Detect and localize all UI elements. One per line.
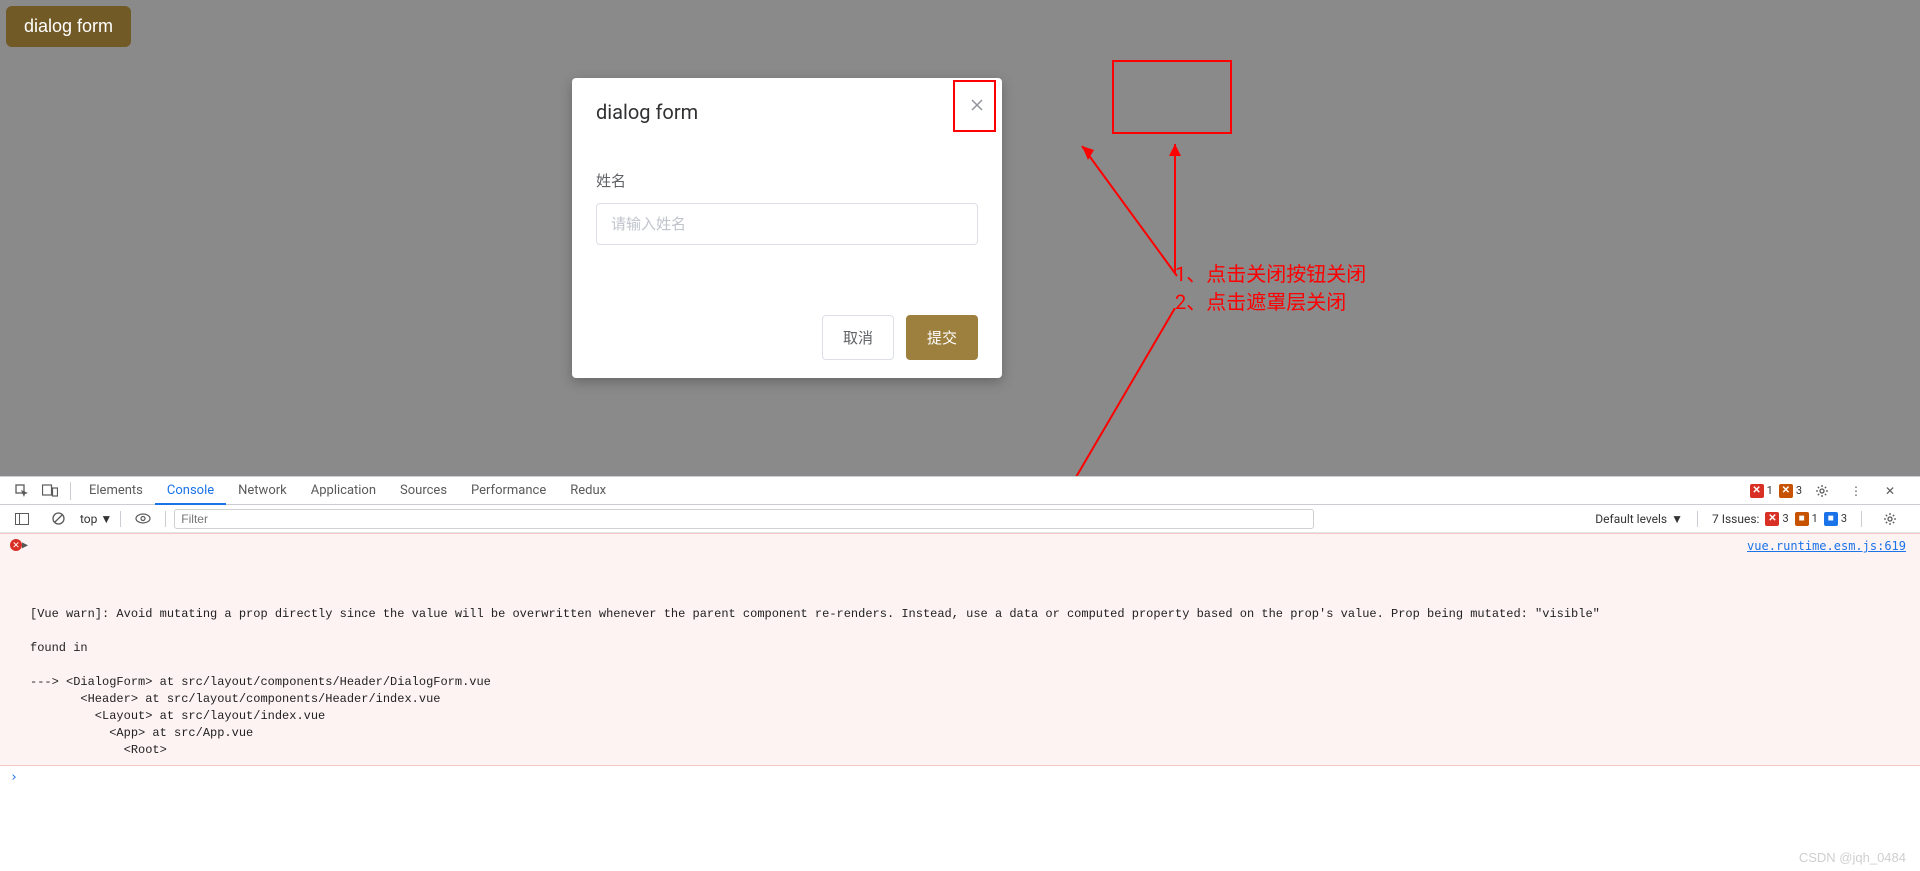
- tab-performance[interactable]: Performance: [459, 477, 558, 505]
- clear-console-icon[interactable]: [50, 511, 66, 527]
- submit-button[interactable]: 提交: [906, 315, 978, 360]
- tab-redux[interactable]: Redux: [558, 477, 618, 505]
- error-count: 1: [1767, 484, 1773, 497]
- found-in: found in: [30, 641, 88, 655]
- divider: [1861, 511, 1862, 527]
- console-filter-bar: top ▼ Default levels ▼ 7 Issues: ✕3 ■1 ■…: [0, 505, 1920, 533]
- kebab-icon[interactable]: ⋮: [1848, 483, 1864, 499]
- divider: [165, 511, 166, 527]
- annotation-overlay-rect: [1112, 60, 1232, 134]
- cancel-button[interactable]: 取消: [822, 315, 894, 360]
- devtools-tabs: Elements Console Network Application Sou…: [0, 477, 1920, 505]
- close-devtools-icon[interactable]: ✕: [1882, 483, 1898, 499]
- dialog: dialog form 姓名 取消 提交: [572, 78, 1002, 378]
- dialog-footer: 取消 提交: [596, 315, 978, 360]
- dialog-form-trigger-button[interactable]: dialog form: [6, 6, 131, 47]
- warn-count-badge[interactable]: ✕3: [1779, 484, 1802, 498]
- expand-icon[interactable]: ▶: [22, 538, 28, 555]
- close-icon[interactable]: [968, 96, 986, 114]
- app-overlay[interactable]: dialog form dialog form 姓名 取消 提交 1、点击关闭按…: [0, 0, 1920, 476]
- inspect-icon[interactable]: [14, 483, 30, 499]
- watermark: CSDN @jqh_0484: [1799, 850, 1906, 865]
- devtools-panel: Elements Console Network Application Sou…: [0, 476, 1920, 871]
- console-error-entry[interactable]: ✕ ▶ vue.runtime.esm.js:619 [Vue warn]: A…: [0, 533, 1920, 766]
- console-sidebar-toggle-icon[interactable]: [14, 511, 30, 527]
- filter-input[interactable]: [174, 509, 1314, 529]
- source-link[interactable]: vue.runtime.esm.js:619: [1747, 538, 1906, 555]
- settings-icon[interactable]: [1814, 483, 1830, 499]
- warn-count: 3: [1796, 484, 1802, 497]
- annotation-line-1: 1、点击关闭按钮关闭: [1175, 260, 1366, 288]
- console-settings-icon[interactable]: [1882, 511, 1898, 527]
- tab-network[interactable]: Network: [226, 477, 299, 505]
- tab-console[interactable]: Console: [155, 477, 226, 505]
- divider: [70, 482, 71, 500]
- divider: [1697, 511, 1698, 527]
- log-levels-selector[interactable]: Default levels ▼: [1595, 512, 1683, 526]
- name-label: 姓名: [596, 170, 978, 191]
- devtools-tabs-right: ✕1 ✕3 ⋮ ✕: [1750, 483, 1912, 499]
- dialog-body: 姓名: [596, 170, 978, 245]
- context-selector[interactable]: top ▼: [80, 512, 112, 526]
- error-icon: ✕: [10, 539, 22, 551]
- trace-line: <Layout> at src/layout/index.vue: [30, 709, 325, 723]
- error-count-badge[interactable]: ✕1: [1750, 484, 1773, 498]
- trace-line: <Header> at src/layout/components/Header…: [30, 692, 440, 706]
- tab-application[interactable]: Application: [299, 477, 388, 505]
- annotation-arrow-1: [1032, 126, 1182, 296]
- trace-line: ---> <DialogForm> at src/layout/componen…: [30, 675, 491, 689]
- trace-line: <Root>: [30, 743, 167, 757]
- divider: [120, 511, 121, 527]
- issues-err-count: 3: [1782, 512, 1788, 525]
- warn-text: [Vue warn]: Avoid mutating a prop direct…: [30, 607, 1600, 621]
- live-expression-icon[interactable]: [135, 511, 151, 527]
- annotation-text: 1、点击关闭按钮关闭 2、点击遮罩层关闭: [1175, 260, 1366, 316]
- trace-line: <App> at src/App.vue: [30, 726, 253, 740]
- tab-sources[interactable]: Sources: [388, 477, 459, 505]
- annotation-line-2: 2、点击遮罩层关闭: [1175, 288, 1366, 316]
- issues-warn-count: 1: [1812, 512, 1818, 525]
- tab-elements[interactable]: Elements: [77, 477, 155, 505]
- issues-label[interactable]: 7 Issues: ✕3 ■1 ■3: [1712, 512, 1847, 526]
- issues-info-count: 3: [1841, 512, 1847, 525]
- name-input[interactable]: [596, 203, 978, 245]
- console-prompt[interactable]: ›: [0, 766, 1920, 786]
- device-toggle-icon[interactable]: [42, 483, 58, 499]
- dialog-title: dialog form: [596, 100, 978, 124]
